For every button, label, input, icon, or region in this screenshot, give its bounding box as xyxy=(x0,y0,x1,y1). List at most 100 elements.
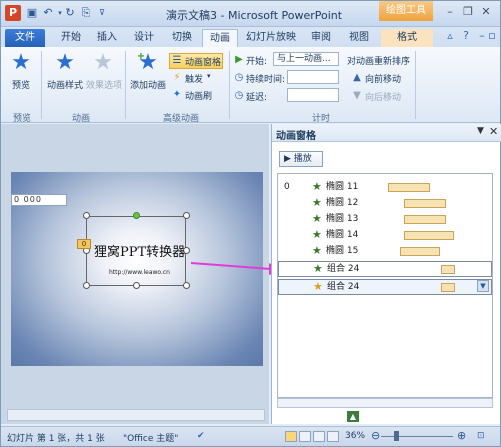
resize-handle[interactable] xyxy=(133,282,140,289)
list-item[interactable]: ★ 椭圆 15 xyxy=(278,244,492,258)
timing-bar[interactable] xyxy=(441,265,455,274)
slide-sorter-view-icon[interactable] xyxy=(299,431,311,442)
animation-styles-button[interactable]: 动画样式 xyxy=(47,78,83,91)
animation-styles-star-icon[interactable]: ★ xyxy=(53,51,77,75)
trigger-button[interactable]: 触发 xyxy=(185,72,203,85)
save-icon[interactable]: ▣ xyxy=(25,6,39,20)
trigger-icon[interactable]: ⚡ xyxy=(171,72,183,84)
close-icon[interactable]: ✕ xyxy=(489,125,498,138)
title-bar: P ▣ ↶ ▾ ↻ ⎘ ⊽ 演示文稿3 - Microsoft PowerPoi… xyxy=(1,1,500,27)
resize-handle[interactable] xyxy=(183,282,190,289)
list-item-selected[interactable]: ★ 组合 24 ▼ xyxy=(278,279,492,295)
minimize-icon[interactable]: – xyxy=(441,4,459,20)
tab-transitions[interactable]: 切换 xyxy=(166,29,198,47)
animation-pane-label: 动画窗格 xyxy=(185,58,222,68)
horizontal-scrollbar[interactable] xyxy=(7,409,265,421)
tab-review[interactable]: 审阅 xyxy=(305,29,337,47)
close-icon[interactable]: ✕ xyxy=(477,4,495,20)
zoom-percent[interactable]: 36% xyxy=(345,431,365,441)
slide-counter: 幻灯片 第 1 张，共 1 张 xyxy=(7,434,105,444)
timing-group-label: 计时 xyxy=(311,114,330,124)
rotation-handle[interactable] xyxy=(133,212,140,219)
animation-painter-icon[interactable]: ✦ xyxy=(171,89,183,101)
timing-bar[interactable] xyxy=(404,231,454,240)
animation-order-tag[interactable]: 0 xyxy=(77,239,91,249)
plus-icon: + xyxy=(136,51,146,62)
play-button[interactable]: ▶ 播放 xyxy=(279,151,323,167)
timing-bar[interactable] xyxy=(388,183,430,192)
start-label: 开始: xyxy=(246,57,268,67)
animation-pane-icon: ☰ xyxy=(172,55,182,66)
item-name: 椭圆 15 xyxy=(326,246,359,256)
normal-view-icon[interactable] xyxy=(285,431,297,442)
pane-title: 动画窗格 xyxy=(276,131,316,142)
tab-design[interactable]: 设计 xyxy=(128,29,160,47)
effect-star-icon: ★ xyxy=(313,280,323,293)
powerpoint-app-icon[interactable]: P xyxy=(5,5,21,21)
group-divider xyxy=(41,51,42,119)
list-item[interactable]: ★ 椭圆 12 xyxy=(278,196,492,210)
effect-star-icon: ★ xyxy=(312,244,322,257)
move-earlier-icon[interactable]: ▲ xyxy=(351,72,363,84)
window-restore-icon[interactable]: ▫ xyxy=(485,29,499,43)
move-earlier-button[interactable]: 向前移动 xyxy=(365,72,401,85)
add-animation-button[interactable]: 添加动画 xyxy=(130,78,166,91)
timing-bar[interactable] xyxy=(404,199,446,208)
repeat-icon[interactable]: ↻ xyxy=(63,6,77,20)
spellcheck-icon[interactable]: ✔ xyxy=(197,431,205,441)
tab-slideshow[interactable]: 幻灯片放映 xyxy=(241,29,301,47)
move-later-button: 向后移动 xyxy=(365,93,402,103)
animation-list[interactable]: 0 ★ 椭圆 11 ★ 椭圆 12 ★ 椭圆 13 ★ 椭圆 14 ★ 椭圆 1… xyxy=(277,173,493,398)
preview-button-label[interactable]: 预览 xyxy=(12,78,30,91)
timing-bar[interactable] xyxy=(400,247,440,256)
list-item[interactable]: ★ 椭圆 14 xyxy=(278,228,492,242)
slideshow-view-icon[interactable] xyxy=(327,431,339,442)
chevron-down-icon[interactable]: ▾ xyxy=(207,72,211,80)
tab-file[interactable]: 文件 xyxy=(5,29,45,47)
item-number: 0 xyxy=(284,182,290,192)
tab-home[interactable]: 开始 xyxy=(55,29,87,47)
tab-animations[interactable]: 动画 xyxy=(202,29,238,47)
timing-bar[interactable] xyxy=(441,283,455,292)
zoom-out-icon[interactable]: ⊖ xyxy=(371,429,380,442)
zoom-slider-thumb[interactable] xyxy=(393,431,399,441)
zoom-in-icon[interactable]: ⊕ xyxy=(457,429,466,442)
list-item[interactable]: ★ 椭圆 13 xyxy=(278,212,492,226)
duration-spinner[interactable] xyxy=(287,70,339,84)
pane-horizontal-scrollbar[interactable] xyxy=(277,398,493,408)
effect-star-icon: ★ xyxy=(312,212,322,225)
chevron-down-icon[interactable]: ▼ xyxy=(477,280,489,292)
resize-handle[interactable] xyxy=(83,282,90,289)
window-title: 演示文稿3 - Microsoft PowerPoint xyxy=(166,9,343,22)
animation-painter-button[interactable]: 动画刷 xyxy=(185,89,212,102)
resize-handle[interactable] xyxy=(83,212,90,219)
item-name: 组合 24 xyxy=(327,282,360,292)
restore-icon[interactable]: ❐ xyxy=(459,4,477,20)
help-icon[interactable]: ? xyxy=(459,29,473,43)
delay-spinner[interactable] xyxy=(287,88,339,102)
fit-slide-icon[interactable]: ⊡ xyxy=(477,431,485,441)
item-name: 椭圆 13 xyxy=(326,214,359,224)
timing-bar[interactable] xyxy=(404,215,446,224)
list-item[interactable]: ★ 组合 24 xyxy=(278,261,492,277)
item-name: 组合 24 xyxy=(327,264,360,274)
reorder-up-icon[interactable]: ▲ xyxy=(347,411,359,422)
redo-icon[interactable]: ⎘ xyxy=(79,6,93,20)
item-name: 椭圆 14 xyxy=(326,230,359,240)
customize-qat-icon[interactable]: ⊽ xyxy=(95,6,109,20)
theme-name[interactable]: "Office 主题" xyxy=(123,431,178,444)
resize-handle[interactable] xyxy=(183,212,190,219)
tab-format[interactable]: 格式 xyxy=(381,29,433,47)
zoom-slider[interactable] xyxy=(381,436,453,437)
tab-view[interactable]: 视图 xyxy=(343,29,375,47)
shape-title-text: 狸窝PPT转换器 xyxy=(94,245,186,260)
animations-ribbon: ★ 预览 预览 ★ 动画样式 ★ 效果选项 动画 ★ + 添加动画 ☰ 动画窗格… xyxy=(1,47,500,124)
pane-menu-icon[interactable]: ▼ xyxy=(477,126,484,136)
start-dropdown[interactable]: 与上一动画... xyxy=(273,52,339,66)
ribbon-collapse-icon[interactable]: ▵ xyxy=(443,29,457,43)
preview-star-icon[interactable]: ★ xyxy=(9,51,33,75)
tab-insert[interactable]: 插入 xyxy=(91,29,123,47)
list-item[interactable]: 0 ★ 椭圆 11 xyxy=(278,180,492,194)
reading-view-icon[interactable] xyxy=(313,431,325,442)
group-divider xyxy=(125,51,126,119)
